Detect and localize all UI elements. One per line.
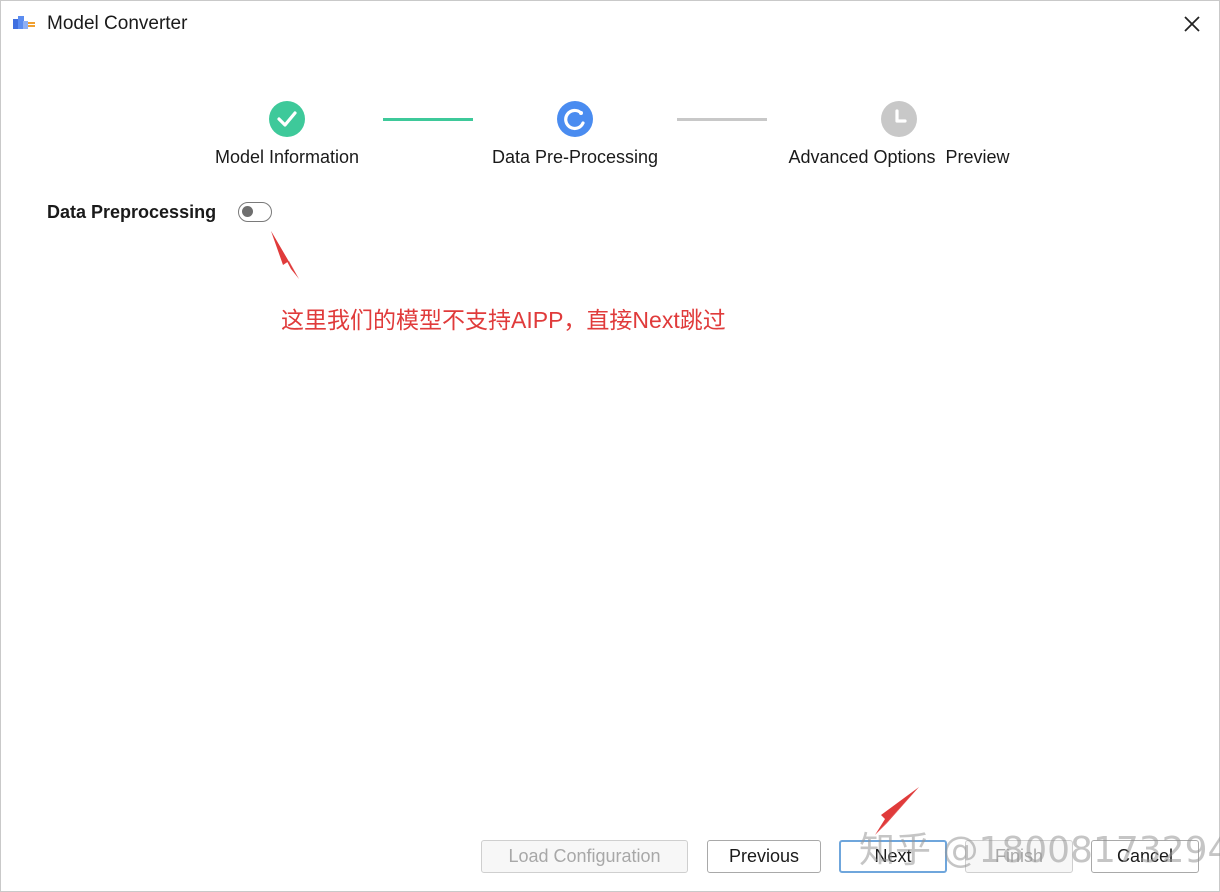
step-label: Data Pre-Processing <box>491 147 659 167</box>
next-arrow-icon <box>875 787 919 835</box>
load-configuration-button[interactable]: Load Configuration <box>481 840 688 873</box>
window-title: Model Converter <box>47 13 188 34</box>
step-connector-pending <box>677 118 767 121</box>
next-button[interactable]: Next <box>839 840 947 873</box>
toggle-knob <box>242 206 253 217</box>
step-connector-done <box>383 118 473 121</box>
annotation-arrow-icon <box>271 231 299 279</box>
title-bar: Model Converter <box>1 1 1219 47</box>
close-icon <box>1184 16 1200 32</box>
previous-button[interactable]: Previous <box>707 840 821 873</box>
data-preprocessing-toggle[interactable] <box>238 202 272 222</box>
data-preprocessing-label: Data Preprocessing <box>47 202 217 222</box>
step-data-pre-processing: Data Pre-Processing <box>475 101 675 168</box>
step-pending-circle <box>881 101 917 137</box>
step-active-circle <box>557 101 593 137</box>
cancel-button[interactable]: Cancel <box>1091 840 1199 873</box>
finish-button[interactable]: Finish <box>965 840 1073 873</box>
check-icon <box>277 111 297 127</box>
clock-icon <box>895 109 907 123</box>
step-label: Advanced Options Preview <box>788 147 1010 167</box>
annotation-text: 这里我们的模型不支持AIPP，直接Next跳过 <box>281 307 726 333</box>
close-button[interactable] <box>1175 7 1209 41</box>
step-done-circle <box>269 101 305 137</box>
step-label: Model Information <box>214 147 360 167</box>
model-converter-window: Model Converter Model Information Data P… <box>0 0 1220 892</box>
refresh-icon <box>564 108 585 131</box>
app-icon <box>13 16 35 29</box>
step-advanced-options-preview: Advanced Options Preview <box>769 101 1029 168</box>
step-model-information: Model Information <box>197 101 377 168</box>
